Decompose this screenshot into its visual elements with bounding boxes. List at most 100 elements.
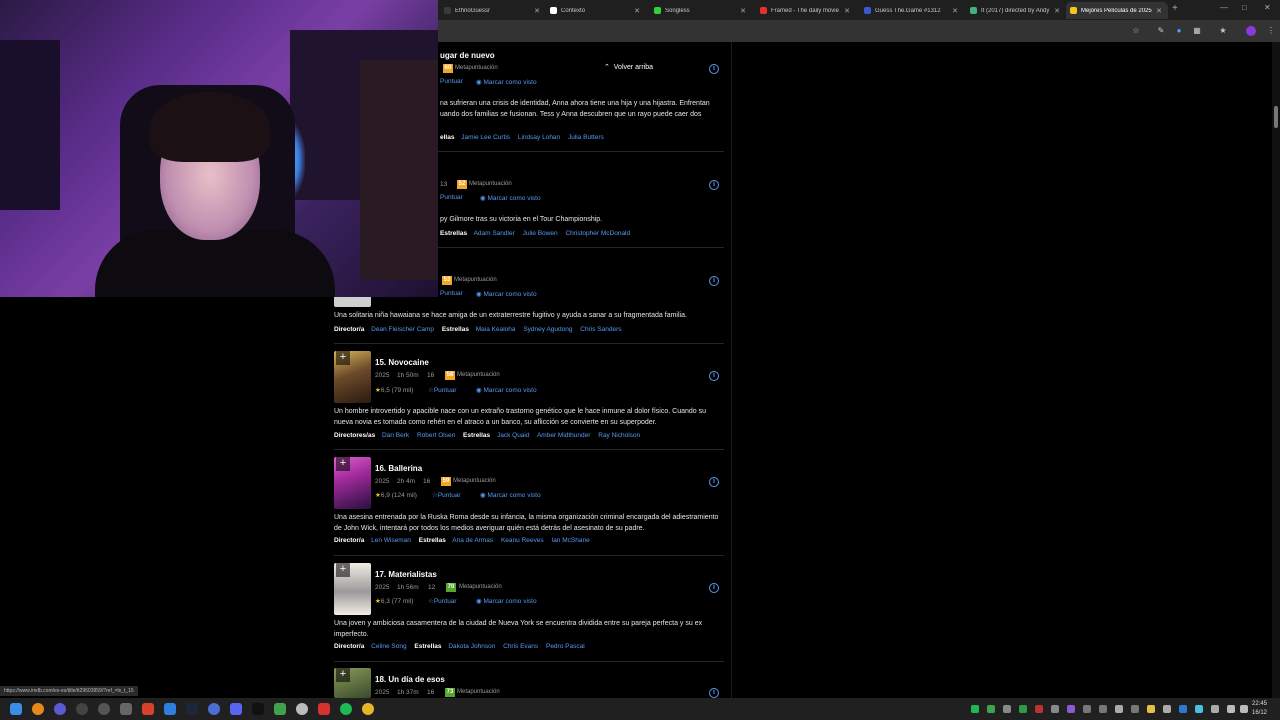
star-link[interactable]: Adam Sandler bbox=[474, 230, 515, 237]
director-link[interactable]: Len Wiseman bbox=[371, 537, 411, 544]
star-link[interactable]: Chris Evans bbox=[503, 643, 538, 650]
rate-button[interactable]: Puntuar bbox=[440, 78, 463, 85]
tray-icon[interactable] bbox=[1019, 705, 1027, 713]
rate-button[interactable]: ☆Puntuar bbox=[432, 491, 461, 499]
tray-icon[interactable] bbox=[1163, 705, 1171, 713]
app-icon[interactable] bbox=[76, 703, 88, 715]
browser-tab[interactable]: Songless ✕ bbox=[650, 2, 752, 19]
director-link[interactable]: Dean Fleischer Camp bbox=[371, 326, 434, 333]
wifi-icon[interactable] bbox=[1227, 705, 1235, 713]
app-icon[interactable] bbox=[120, 703, 132, 715]
info-icon[interactable]: i bbox=[709, 583, 719, 593]
profile-avatar[interactable] bbox=[1246, 26, 1256, 36]
tray-icon[interactable] bbox=[1115, 705, 1123, 713]
mark-watched-button[interactable]: ◉ Marcar como visto bbox=[476, 78, 537, 86]
app-icon[interactable] bbox=[318, 703, 330, 715]
movie-poster[interactable]: + bbox=[334, 668, 371, 698]
tray-icon[interactable] bbox=[1035, 705, 1043, 713]
browser-tab[interactable]: Guess The.Game #1312 ✕ bbox=[860, 2, 964, 19]
star-link[interactable]: Dakota Johnson bbox=[448, 643, 495, 650]
back-to-top-button[interactable]: ⌃ Volver arriba bbox=[604, 61, 672, 75]
new-tab-button[interactable]: + bbox=[1172, 3, 1178, 14]
volume-icon[interactable] bbox=[1240, 705, 1248, 713]
tray-icon[interactable] bbox=[971, 705, 979, 713]
star-link[interactable]: Keanu Reeves bbox=[501, 537, 544, 544]
star-link[interactable]: Julie Bowen bbox=[523, 230, 558, 237]
tray-icon[interactable] bbox=[1179, 705, 1187, 713]
star-link[interactable]: Pedro Pascal bbox=[546, 643, 585, 650]
tray-icon[interactable] bbox=[987, 705, 995, 713]
search-icon[interactable] bbox=[32, 703, 44, 715]
browser-tab[interactable]: Contexto ✕ bbox=[546, 2, 646, 19]
close-window-icon[interactable]: ✕ bbox=[1264, 3, 1271, 12]
rate-button[interactable]: Puntuar bbox=[440, 290, 463, 297]
star-link[interactable]: Sydney Agudong bbox=[523, 326, 572, 333]
movie-title[interactable]: 16. Ballerina bbox=[375, 464, 422, 473]
discord-icon[interactable] bbox=[230, 703, 242, 715]
tray-icon[interactable] bbox=[1211, 705, 1219, 713]
rate-button[interactable]: ☆Puntuar bbox=[428, 597, 457, 605]
mark-watched-button[interactable]: ◉ Marcar como visto bbox=[476, 290, 537, 298]
mark-watched-button[interactable]: ◉ Marcar como visto bbox=[480, 194, 541, 202]
app-icon[interactable] bbox=[164, 703, 176, 715]
tray-icon[interactable] bbox=[1083, 705, 1091, 713]
browser-tab[interactable]: Framed - The daily movie ✕ bbox=[756, 2, 856, 19]
mark-watched-button[interactable]: ◉ Marcar como visto bbox=[480, 491, 541, 499]
bookmarks-icon[interactable]: ★ bbox=[1218, 26, 1228, 36]
info-icon[interactable]: i bbox=[709, 180, 719, 190]
tray-icon[interactable] bbox=[1147, 705, 1155, 713]
mark-watched-button[interactable]: ◉ Marcar como visto bbox=[476, 597, 537, 605]
browser-tab-active[interactable]: Mejores Películas de 2025 ✕ bbox=[1066, 2, 1168, 19]
app-icon[interactable] bbox=[142, 703, 154, 715]
tiktok-icon[interactable] bbox=[252, 703, 264, 715]
star-link[interactable]: Christopher McDonald bbox=[565, 230, 630, 237]
tray-icon[interactable] bbox=[1051, 705, 1059, 713]
mark-watched-button[interactable]: ◉ Marcar como visto bbox=[476, 386, 537, 394]
app-icon[interactable] bbox=[296, 703, 308, 715]
rate-button[interactable]: ☆Puntuar bbox=[428, 386, 457, 394]
app-icon[interactable] bbox=[98, 703, 110, 715]
star-link[interactable]: Chris Sanders bbox=[580, 326, 621, 333]
add-to-watchlist-icon[interactable]: + bbox=[336, 457, 350, 471]
taskbar-clock[interactable]: 22:45 16/12 bbox=[1252, 700, 1267, 718]
movie-poster[interactable]: + bbox=[334, 563, 371, 615]
director-link[interactable]: Celine Song bbox=[371, 643, 406, 650]
info-icon[interactable]: i bbox=[709, 64, 719, 74]
tray-icon[interactable] bbox=[1067, 705, 1075, 713]
star-link[interactable]: Ian McShane bbox=[551, 537, 589, 544]
movie-title[interactable]: 15. Novocaine bbox=[375, 358, 429, 367]
maximize-icon[interactable]: □ bbox=[1242, 3, 1247, 12]
app-icon[interactable] bbox=[274, 703, 286, 715]
star-link[interactable]: Amber Midthunder bbox=[537, 432, 590, 439]
spotify-icon[interactable] bbox=[340, 703, 352, 715]
tray-icon[interactable] bbox=[1131, 705, 1139, 713]
tray-icon[interactable] bbox=[1003, 705, 1011, 713]
steam-icon[interactable] bbox=[186, 703, 198, 715]
star-link[interactable]: Lindsay Lohan bbox=[518, 134, 560, 141]
info-icon[interactable]: i bbox=[709, 688, 719, 698]
tray-icon[interactable] bbox=[1195, 705, 1203, 713]
app-icon[interactable] bbox=[208, 703, 220, 715]
extension-icon[interactable]: ✎ bbox=[1156, 26, 1166, 36]
add-to-watchlist-icon[interactable]: + bbox=[336, 668, 350, 682]
extension-icon[interactable]: ● bbox=[1174, 26, 1184, 36]
add-to-watchlist-icon[interactable]: + bbox=[336, 351, 350, 365]
bookmark-star-icon[interactable]: ☆ bbox=[1131, 26, 1141, 36]
info-icon[interactable]: i bbox=[709, 477, 719, 487]
app-icon[interactable] bbox=[54, 703, 66, 715]
director-link[interactable]: Dan Berk bbox=[382, 432, 409, 439]
star-link[interactable]: Ana de Armas bbox=[452, 537, 493, 544]
rate-button[interactable]: Puntuar bbox=[440, 194, 463, 201]
star-link[interactable]: Ray Nicholson bbox=[598, 432, 640, 439]
star-link[interactable]: Maia Kealoha bbox=[476, 326, 516, 333]
star-link[interactable]: Jack Quaid bbox=[497, 432, 530, 439]
star-link[interactable]: Jamie Lee Curtis bbox=[461, 134, 510, 141]
movie-title[interactable]: 17. Materialistas bbox=[375, 570, 437, 579]
star-link[interactable]: Julia Butters bbox=[568, 134, 604, 141]
info-icon[interactable]: i bbox=[709, 371, 719, 381]
scrollbar[interactable] bbox=[1272, 42, 1280, 698]
tray-icon[interactable] bbox=[1099, 705, 1107, 713]
add-to-watchlist-icon[interactable]: + bbox=[336, 563, 350, 577]
menu-icon[interactable]: ⋮ bbox=[1266, 26, 1276, 36]
chrome-icon[interactable] bbox=[362, 703, 374, 715]
